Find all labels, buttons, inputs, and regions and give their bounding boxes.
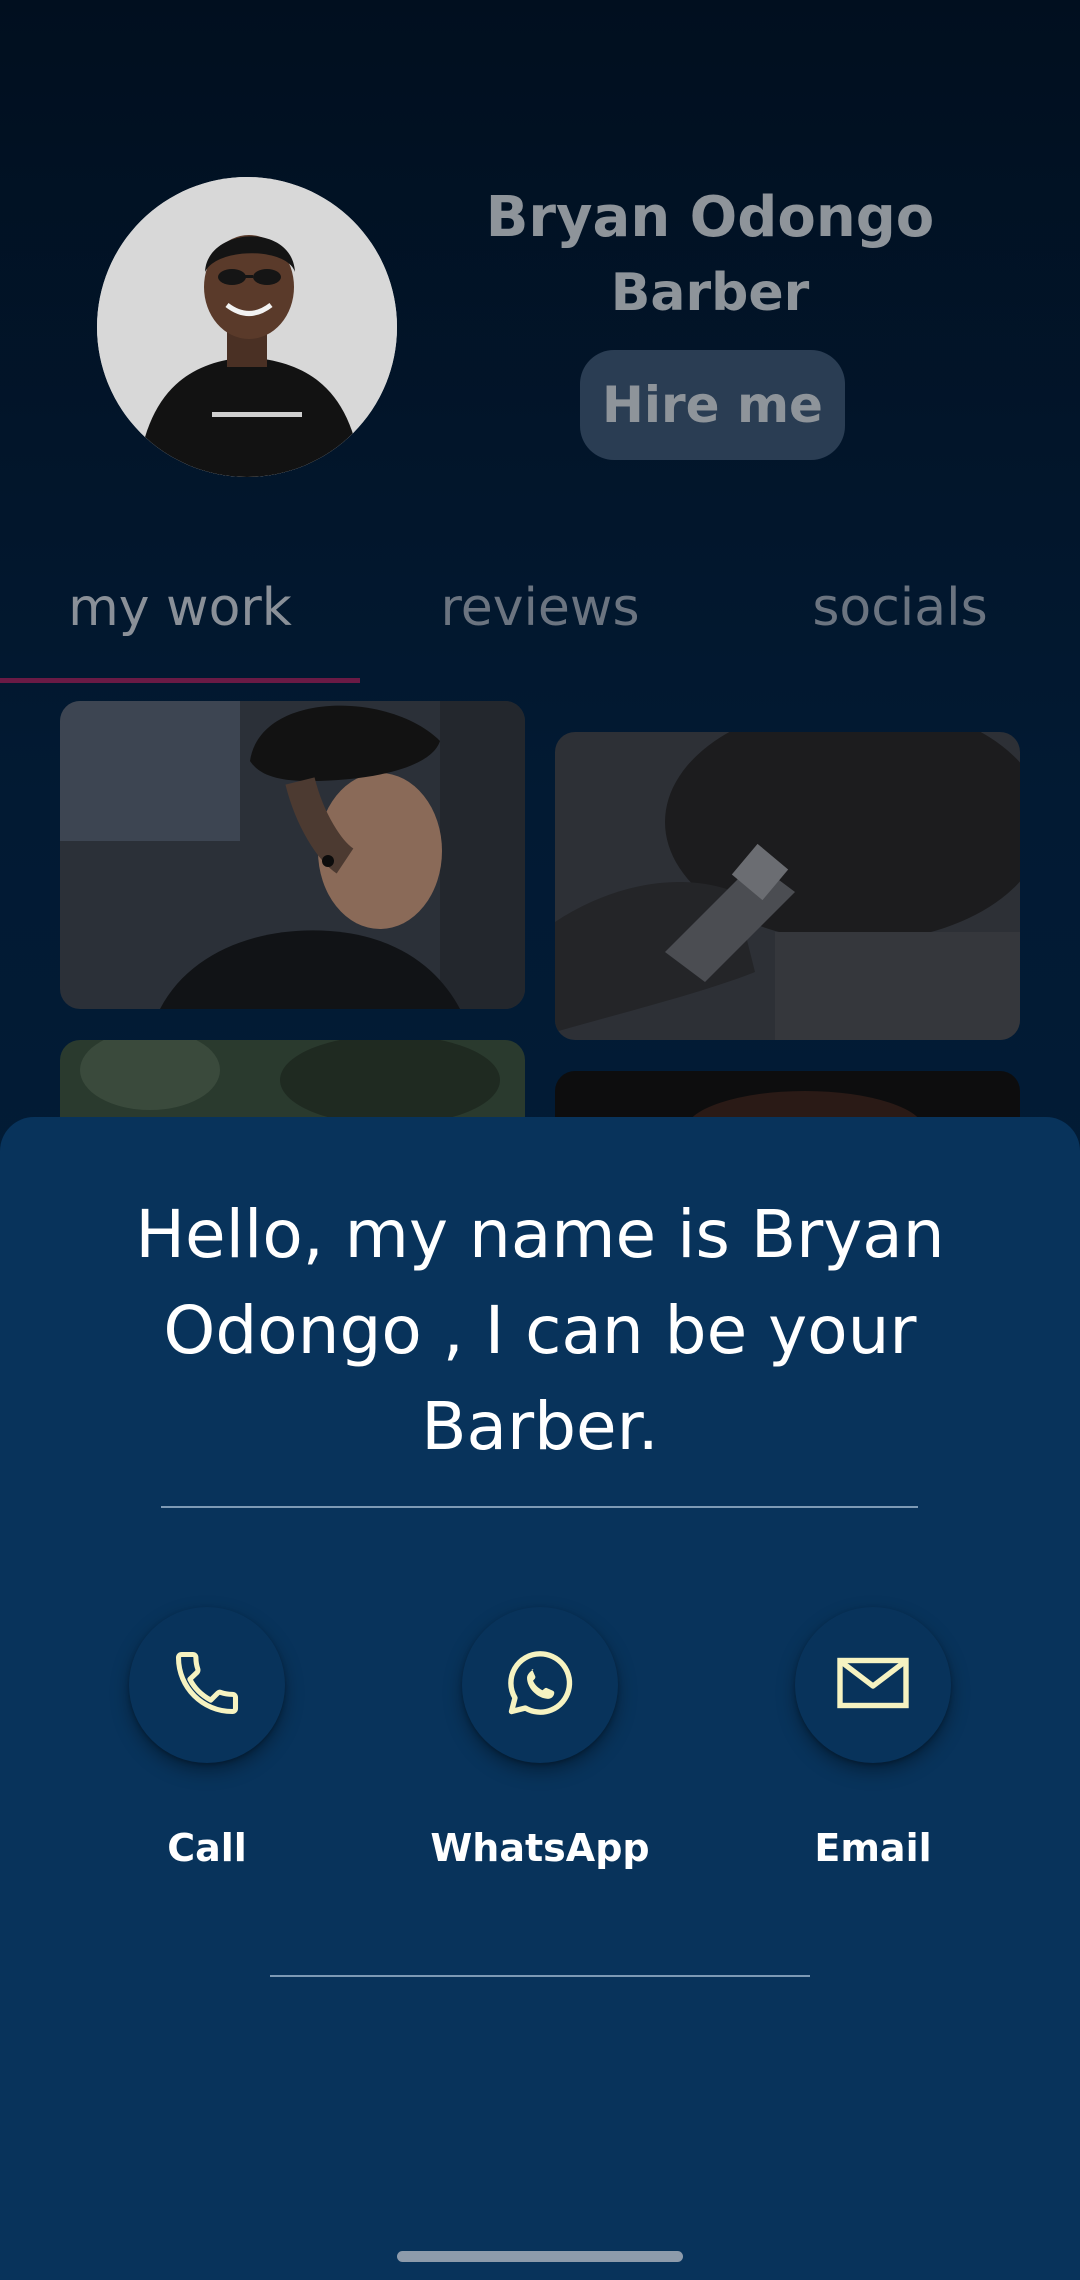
- intro-message: Hello, my name is Bryan Odongo , I can b…: [135, 1196, 945, 1465]
- profile-role: Barber: [610, 263, 810, 323]
- divider: [270, 1975, 810, 1977]
- email-button[interactable]: Email: [723, 1607, 1023, 1873]
- active-tab-indicator: [0, 678, 360, 683]
- email-button-circle[interactable]: [795, 1607, 951, 1763]
- tab-my-work[interactable]: my work: [0, 568, 360, 648]
- divider: [161, 1506, 918, 1508]
- profile-avatar[interactable]: [97, 177, 397, 477]
- email-label: Email: [814, 1826, 932, 1870]
- whatsapp-button-circle[interactable]: [462, 1607, 618, 1763]
- tab-reviews[interactable]: reviews: [360, 568, 720, 648]
- phone-icon: [169, 1645, 245, 1725]
- email-icon: [834, 1653, 912, 1717]
- contact-bottom-sheet: Hello, my name is Bryan Odongo , I can b…: [0, 1117, 1080, 2280]
- app-screen: Bryan Odongo Barber Hire me my work revi…: [0, 0, 1080, 2280]
- home-indicator[interactable]: [397, 2251, 683, 2262]
- hire-me-button[interactable]: Hire me: [580, 350, 845, 460]
- call-button[interactable]: Call: [57, 1607, 357, 1873]
- whatsapp-button[interactable]: WhatsApp: [390, 1607, 690, 1873]
- whatsapp-icon: [502, 1645, 578, 1725]
- call-label: Call: [167, 1826, 247, 1870]
- whatsapp-label: WhatsApp: [430, 1826, 650, 1870]
- work-photo[interactable]: [555, 732, 1020, 1040]
- work-photo[interactable]: [60, 701, 525, 1009]
- call-button-circle[interactable]: [129, 1607, 285, 1763]
- tab-socials[interactable]: socials: [720, 568, 1080, 648]
- profile-name: Bryan Odongo: [485, 185, 935, 250]
